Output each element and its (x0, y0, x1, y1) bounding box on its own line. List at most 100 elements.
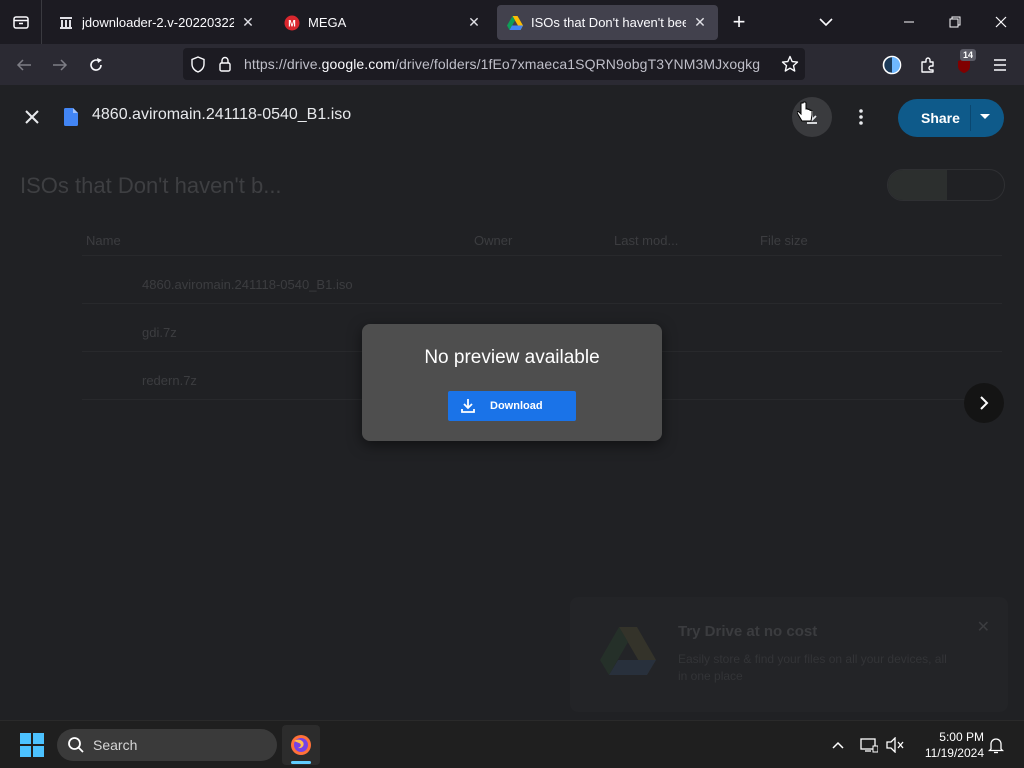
reload-icon (90, 58, 102, 71)
chevron-up-icon (832, 741, 844, 749)
chevron-down-icon (819, 18, 833, 27)
drive-promo-card: Try Drive at no cost Easily store & find… (570, 597, 1008, 712)
google-drive-icon (507, 15, 523, 31)
no-preview-card: No preview available Download (362, 324, 662, 441)
restore-icon (949, 16, 961, 28)
windows-taskbar: Search 5:00 PM 11/19/2024 (0, 720, 1024, 768)
tab-jdownloader[interactable]: jdownloader-2.v-202203221457 ✕ (48, 5, 266, 40)
menu-button[interactable] (985, 50, 1015, 80)
arrow-left-icon (16, 59, 31, 71)
tab-overflow-button[interactable] (814, 10, 838, 34)
plus-icon: + (732, 9, 746, 34)
volume-button[interactable] (885, 735, 905, 755)
windows-logo-icon (20, 733, 44, 757)
close-icon (25, 110, 39, 124)
ublock-extension-button[interactable]: 14 (949, 49, 979, 80)
archive-columns-icon (58, 15, 74, 31)
url-text[interactable]: https://drive.google.com/drive/folders/1… (244, 56, 760, 72)
search-label: Search (93, 737, 138, 753)
mega-icon: M (284, 15, 300, 31)
download-label: Download (490, 400, 543, 412)
taskbar-firefox-button[interactable] (282, 725, 320, 765)
download-header-button[interactable] (792, 97, 832, 137)
forward-button[interactable] (45, 50, 75, 80)
new-tab-button[interactable]: + (727, 9, 751, 34)
more-options-button[interactable] (851, 105, 871, 129)
tab-title: jdownloader-2.v-202203221457 (82, 15, 234, 30)
file-name: 4860.aviromain.241118-0540_B1.iso (92, 106, 352, 123)
active-app-indicator (291, 761, 311, 764)
extension-circle-icon (882, 55, 902, 75)
close-icon (995, 16, 1007, 28)
extension-badge: 14 (960, 49, 977, 61)
hand-cursor-icon (797, 101, 813, 122)
promo-close-icon[interactable]: ✕ (977, 617, 990, 637)
hamburger-icon (994, 59, 1006, 71)
system-clock[interactable]: 5:00 PM 11/19/2024 (914, 729, 984, 761)
download-icon (459, 397, 477, 415)
bell-icon (988, 738, 1004, 754)
caret-down-icon[interactable] (978, 110, 992, 124)
address-bar[interactable]: https://drive.google.com/drive/folders/1… (183, 48, 805, 80)
column-header-file-size: File size (760, 233, 808, 248)
tab-title: MEGA (308, 15, 347, 30)
monitor-icon (860, 738, 878, 753)
taskbar-search-box[interactable]: Search (57, 729, 277, 761)
file-icon (64, 108, 78, 126)
start-button[interactable] (16, 731, 48, 759)
bookmark-star-icon[interactable] (781, 55, 799, 78)
arrow-right-icon (53, 59, 68, 71)
svg-text:M: M (288, 18, 296, 28)
puzzle-icon (921, 57, 934, 73)
google-drive-logo-icon (600, 627, 656, 675)
reload-button[interactable] (81, 50, 111, 80)
minimize-button[interactable] (886, 0, 932, 44)
view-toggle[interactable] (887, 169, 1005, 201)
search-icon (68, 737, 84, 753)
download-button[interactable]: Download (448, 391, 576, 421)
notifications-button[interactable] (986, 735, 1006, 755)
column-header-name: Name (86, 233, 121, 248)
extensions-button[interactable] (913, 50, 943, 80)
network-status-button[interactable] (859, 735, 879, 755)
tab-title: ISOs that Don't haven't been up (531, 15, 686, 30)
navigation-toolbar: https://drive.google.com/drive/folders/1… (0, 44, 1024, 85)
close-tab-icon[interactable]: ✕ (692, 14, 708, 31)
no-preview-message: No preview available (424, 347, 600, 368)
promo-title: Try Drive at no cost (678, 623, 818, 640)
list-item: gdi.7z (142, 325, 177, 340)
more-vert-icon (859, 109, 863, 125)
list-all-tabs-button[interactable] (0, 0, 42, 44)
share-divider (970, 105, 971, 131)
list-view-segment (888, 170, 947, 200)
close-tab-icon[interactable]: ✕ (240, 14, 256, 31)
row-divider (82, 255, 1002, 256)
browser-tab-bar: jdownloader-2.v-202203221457 ✕ M MEGA ✕ … (0, 0, 1024, 44)
show-hidden-icons-button[interactable] (828, 735, 848, 755)
restore-button[interactable] (932, 0, 978, 44)
firefox-icon (291, 735, 311, 755)
clock-date: 11/19/2024 (924, 746, 984, 760)
close-tab-icon[interactable]: ✕ (466, 14, 482, 31)
close-window-button[interactable] (978, 0, 1024, 44)
next-file-button[interactable] (964, 383, 1004, 423)
minimize-icon (904, 21, 914, 23)
folder-title: ISOs that Don't haven't b... (20, 173, 282, 198)
speaker-muted-icon (886, 737, 904, 753)
tab-google-drive[interactable]: ISOs that Don't haven't been up ✕ (497, 5, 718, 40)
tab-mega[interactable]: M MEGA ✕ (274, 5, 492, 40)
screen: jdownloader-2.v-202203221457 ✕ M MEGA ✕ … (0, 0, 1024, 768)
chevron-right-icon (980, 396, 989, 410)
tab-list-icon (12, 16, 29, 29)
list-item: redern.7z (142, 373, 197, 388)
shield-icon[interactable] (190, 56, 206, 78)
extension-button[interactable] (877, 50, 907, 80)
file-viewer-header: 4860.aviromain.241118-0540_B1.iso Share (0, 85, 1024, 149)
share-button[interactable]: Share (898, 99, 1004, 137)
back-button[interactable] (9, 50, 39, 80)
column-header-last-modified: Last mod... (614, 233, 679, 248)
share-label: Share (921, 110, 960, 126)
promo-body: Easily store & find your files on all yo… (678, 652, 947, 683)
close-viewer-button[interactable] (18, 103, 46, 131)
lock-icon[interactable] (218, 56, 232, 77)
